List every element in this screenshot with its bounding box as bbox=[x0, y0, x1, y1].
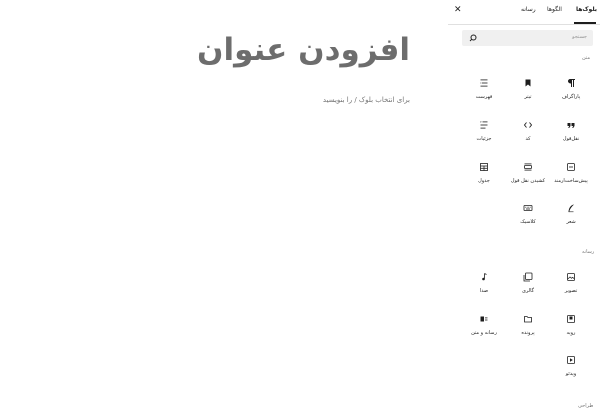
tab-active-indicator bbox=[574, 22, 596, 24]
block-list[interactable]: فهرست bbox=[464, 78, 504, 100]
editor-canvas: افزودن عنوان برای انتخاب بلوک / را بنویس… bbox=[0, 0, 447, 410]
block-heading[interactable]: تیتر bbox=[508, 78, 548, 100]
bookmark-icon bbox=[525, 79, 531, 87]
search-input[interactable]: جستجو bbox=[462, 30, 593, 46]
block-paragraph[interactable]: پاراگراف bbox=[551, 78, 591, 100]
block-image[interactable]: تصویر bbox=[551, 272, 591, 294]
code-icon bbox=[523, 122, 533, 128]
block-details[interactable]: جزئیات bbox=[464, 120, 504, 142]
folder-icon bbox=[524, 316, 532, 323]
category-text: متن bbox=[582, 55, 590, 61]
tab-media[interactable]: رسانه bbox=[521, 6, 536, 13]
tab-blocks[interactable]: بلوک‌ها bbox=[576, 6, 597, 13]
close-icon[interactable]: ✕ bbox=[454, 5, 462, 15]
details-icon bbox=[480, 121, 488, 129]
post-title-input[interactable]: افزودن عنوان bbox=[197, 32, 410, 68]
block-media-text[interactable]: رسانه و متن bbox=[464, 314, 504, 336]
pullquote-icon bbox=[524, 163, 532, 171]
block-quote[interactable]: نقل‌قول bbox=[551, 120, 591, 142]
block-pullquote[interactable]: کشیدن نقل قول bbox=[508, 162, 548, 184]
block-table[interactable]: جدول bbox=[464, 162, 504, 184]
block-audio[interactable]: صدا bbox=[464, 272, 504, 294]
block-hint-placeholder[interactable]: برای انتخاب بلوک / را بنویسید bbox=[323, 96, 410, 104]
category-design: طراحی bbox=[578, 403, 594, 409]
block-preformatted[interactable]: پیش‌ساخت‌ارمند bbox=[551, 162, 591, 184]
cover-icon bbox=[567, 315, 575, 323]
paragraph-icon bbox=[568, 79, 575, 87]
table-icon bbox=[480, 163, 488, 171]
category-media: رسانه bbox=[582, 249, 595, 255]
preformatted-icon bbox=[567, 163, 575, 171]
keyboard-icon bbox=[523, 205, 533, 211]
block-cover[interactable]: رویه bbox=[551, 314, 591, 336]
list-icon bbox=[480, 79, 488, 87]
image-icon bbox=[567, 273, 575, 281]
video-icon bbox=[567, 356, 575, 364]
block-video[interactable]: ویدئو bbox=[551, 355, 591, 377]
gallery-icon bbox=[523, 272, 533, 282]
block-verse[interactable]: شعر bbox=[551, 203, 591, 225]
block-gallery[interactable]: گالری bbox=[508, 272, 548, 294]
search-icon bbox=[469, 34, 477, 42]
block-code[interactable]: کد bbox=[508, 120, 548, 142]
block-classic[interactable]: کلاسیک bbox=[508, 203, 548, 225]
feather-icon bbox=[568, 204, 574, 213]
search-placeholder: جستجو bbox=[572, 34, 587, 40]
media-text-icon bbox=[480, 316, 488, 322]
quote-icon bbox=[567, 123, 575, 128]
block-file[interactable]: پرونده bbox=[508, 314, 548, 336]
music-note-icon bbox=[482, 273, 487, 281]
tab-patterns[interactable]: الگوها bbox=[547, 6, 562, 13]
